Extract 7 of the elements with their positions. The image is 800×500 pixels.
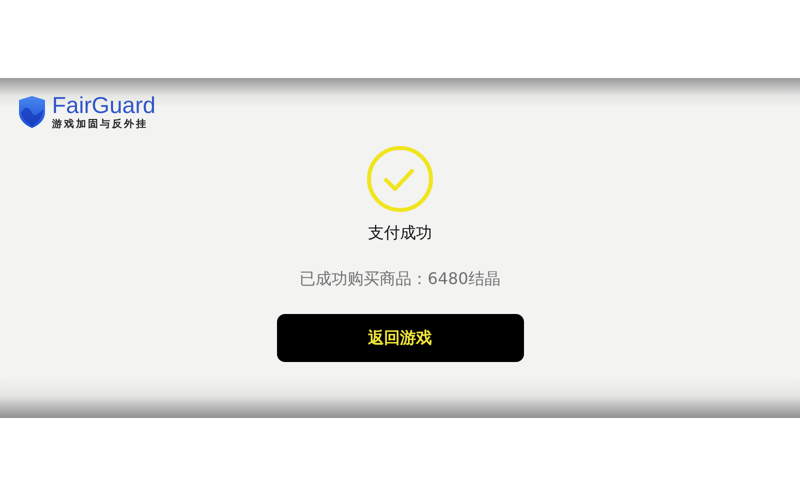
check-circle-icon — [366, 145, 434, 213]
purchase-message: 已成功购买商品：6480结晶 — [300, 268, 500, 290]
shield-logo-icon — [18, 95, 46, 129]
return-button[interactable]: 返回游戏 — [276, 314, 524, 362]
brand-tagline: 游戏加固与反外挂 — [52, 120, 149, 130]
success-title: 支付成功 — [368, 222, 432, 244]
brand-name: FairGuard — [52, 94, 156, 117]
